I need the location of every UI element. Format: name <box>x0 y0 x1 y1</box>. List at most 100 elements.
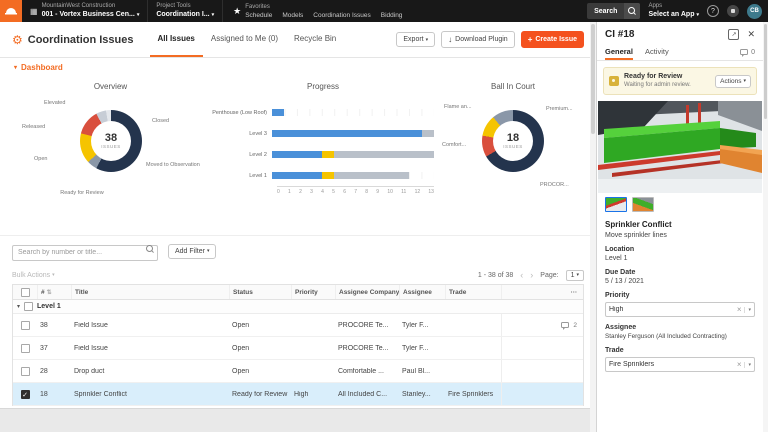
create-issue-button[interactable]: + Create Issue <box>520 31 584 48</box>
group-row-level-1[interactable]: ▾ Level 1 <box>13 300 583 314</box>
progress-bar-track <box>272 130 434 137</box>
comment-icon[interactable] <box>561 322 570 330</box>
progress-bar-track <box>272 109 434 116</box>
due-date-value[interactable]: 5 / 13 / 2021 <box>605 278 755 285</box>
status-badge: Ready for Review <box>624 73 683 80</box>
issue-assignee-company: PROCORE Te... <box>338 344 389 352</box>
actions-button[interactable]: Actions ▾ <box>715 74 751 88</box>
trade-label: Trade <box>605 347 624 354</box>
column-options-button[interactable]: ⋯ <box>501 285 583 299</box>
next-page-button[interactable]: › <box>530 270 533 280</box>
column-header-priority[interactable]: Priority <box>291 285 335 299</box>
page-title: Coordination Issues <box>27 33 134 46</box>
assignee-label: Assignee <box>605 324 637 331</box>
top-navigation-bar: ▦ MountainWest Construction 001 - Vortex… <box>0 0 768 22</box>
table-row[interactable]: 18 Sprinkler ConflictReady for Review High… <box>13 383 583 406</box>
page-header: ⚙ Coordination Issues All Issues Assigne… <box>0 22 596 58</box>
previous-page-button[interactable]: ‹ <box>520 270 523 280</box>
tab-all-issues[interactable]: All Issues <box>149 22 203 57</box>
comment-icon <box>740 49 749 57</box>
expand-panel-icon[interactable]: ↗ <box>728 29 740 40</box>
issue-number: 18 <box>40 390 48 398</box>
tab-general[interactable]: General <box>605 44 633 60</box>
chevron-down-icon[interactable]: ▾ <box>744 361 751 368</box>
column-header-trade[interactable]: Trade <box>445 285 501 299</box>
search-input[interactable] <box>12 244 158 261</box>
search-box[interactable]: Search <box>587 3 641 19</box>
column-header-number[interactable]: # ⇅ <box>37 285 71 299</box>
column-header-title[interactable]: Title <box>71 285 229 299</box>
status-banner: Ready for Review Waiting for admin revie… <box>603 67 757 95</box>
table-row[interactable]: 38 Field Issue Open PROCORE Te... Tyler F...… <box>13 314 583 337</box>
app-launcher[interactable]: Apps Select an App ▾ <box>648 2 699 20</box>
dashboard-toggle[interactable]: ▾ Dashboard <box>0 58 596 76</box>
axis-tick: 4 <box>321 189 324 195</box>
scrollbar-thumb[interactable] <box>764 24 767 119</box>
row-checkbox[interactable] <box>20 320 30 330</box>
row-checkbox[interactable] <box>20 366 30 376</box>
panel-scrollbar[interactable] <box>763 22 768 432</box>
project-selector[interactable]: ▦ MountainWest Construction 001 - Vortex… <box>22 0 149 22</box>
user-avatar[interactable]: CB <box>747 3 762 19</box>
comments-button[interactable]: 0 <box>740 49 755 57</box>
tab-recycle-bin[interactable]: Recycle Bin <box>286 22 344 57</box>
notification-dot <box>731 9 735 13</box>
close-icon[interactable]: ✕ <box>747 29 755 40</box>
snapshot-thumbnail[interactable] <box>632 197 654 212</box>
download-icon: ↓ <box>448 35 453 44</box>
page-label: Page: <box>540 271 559 279</box>
search-button[interactable] <box>624 3 641 19</box>
slice-label: Premium... <box>546 106 573 112</box>
priority-select[interactable]: High × ▾ <box>605 302 755 317</box>
main-scrollbar[interactable] <box>590 22 596 432</box>
tab-activity[interactable]: Activity <box>645 44 669 60</box>
scrollbar-thumb[interactable] <box>591 24 595 134</box>
page-select[interactable]: 1 ▾ <box>565 269 584 281</box>
row-checkbox[interactable] <box>20 389 30 399</box>
chevron-down-icon: ▾ <box>696 12 699 18</box>
table-row[interactable]: 37 Field Issue Open PROCORE Te... Tyler F... <box>13 337 583 360</box>
issue-detail-panel: CI #18 ↗ ✕ General Activity 0 Ready for … <box>596 22 768 432</box>
column-header-assignee[interactable]: Assignee <box>399 285 445 299</box>
column-header-status[interactable]: Status <box>229 285 291 299</box>
add-filter-button[interactable]: Add Filter ▾ <box>168 243 217 259</box>
bulk-actions-button[interactable]: Bulk Actions ▾ <box>12 272 55 279</box>
issue-title-link[interactable]: Drop duct <box>71 368 229 375</box>
row-checkbox[interactable] <box>20 343 30 353</box>
snapshot-thumbnail[interactable] <box>605 197 627 212</box>
procore-logo[interactable] <box>0 0 22 22</box>
model-viewer[interactable] <box>597 101 763 193</box>
table-row[interactable]: 28 Drop duct Open Comfortable ... Paul Bl... <box>13 360 583 383</box>
favorite-link-schedule[interactable]: Schedule <box>245 11 272 20</box>
overview-donut[interactable]: 38 ISSUES <box>80 110 142 172</box>
issue-assignee-company: All Included C... <box>338 390 388 398</box>
notifications-icon[interactable] <box>727 5 739 17</box>
progress-bar-label: Level 2 <box>249 151 267 158</box>
favorite-link-bidding[interactable]: Bidding <box>381 11 403 20</box>
favorite-link-models[interactable]: Models <box>282 11 303 20</box>
group-checkbox[interactable] <box>24 302 34 311</box>
issue-title-link[interactable]: Field Issue <box>71 322 229 329</box>
export-button[interactable]: Export ▾ <box>396 32 436 47</box>
tab-assigned-to-me[interactable]: Assigned to Me (0) <box>203 22 286 57</box>
tool-selector-label: Project Tools <box>156 3 191 9</box>
chevron-down-icon[interactable]: ▾ <box>744 306 751 313</box>
progress-bar-segment <box>272 109 285 116</box>
progress-bar-segment <box>421 130 434 137</box>
coordination-issues-icon: ⚙ <box>12 32 23 47</box>
clear-icon[interactable]: × <box>734 305 745 314</box>
issue-title-link[interactable]: Sprinkler Conflict <box>71 391 229 398</box>
favorite-link-coordination-issues[interactable]: Coordination Issues <box>313 11 370 20</box>
download-plugin-button[interactable]: ↓ Download Plugin <box>441 31 515 48</box>
collapse-group-icon[interactable]: ▾ <box>17 303 20 310</box>
column-header-assignee-company[interactable]: Assignee Company <box>335 285 399 299</box>
trade-select[interactable]: Fire Sprinklers × ▾ <box>605 357 755 372</box>
clear-icon[interactable]: × <box>734 360 745 369</box>
status-tag-icon <box>609 76 619 86</box>
help-icon[interactable]: ? <box>707 5 719 17</box>
ball-in-court-donut[interactable]: 18 ISSUES <box>482 110 544 172</box>
select-all-checkbox[interactable] <box>20 287 30 297</box>
issue-title-link[interactable]: Field Issue <box>71 345 229 352</box>
tool-selector[interactable]: Project Tools Coordination I... ▾ <box>148 0 224 22</box>
progress-bar-segment <box>272 172 322 179</box>
